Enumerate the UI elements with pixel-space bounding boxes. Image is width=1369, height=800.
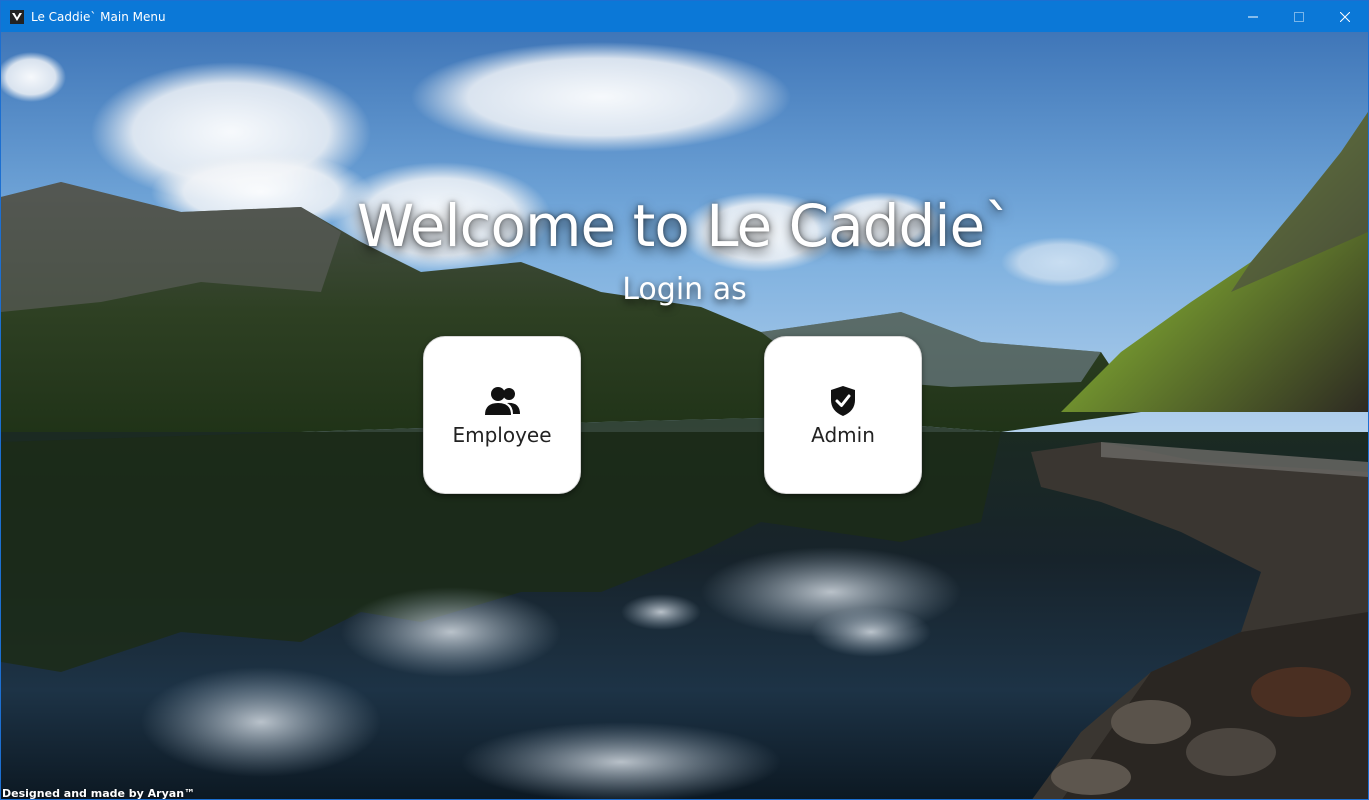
close-button[interactable] <box>1322 1 1368 32</box>
admin-login-button[interactable]: Admin <box>764 336 922 494</box>
employee-login-button[interactable]: Employee <box>423 336 581 494</box>
window-controls <box>1230 1 1368 32</box>
maximize-icon <box>1294 11 1304 22</box>
admin-label: Admin <box>811 423 875 447</box>
login-as-subheading: Login as <box>622 272 747 307</box>
app-window: Le Caddie` Main Menu Welcome to Le Caddi… <box>0 0 1369 800</box>
window-title: Le Caddie` Main Menu <box>31 9 166 24</box>
app-logo-icon <box>9 9 25 25</box>
main-menu-content: Welcome to Le Caddie` Login as Employee <box>1 32 1368 800</box>
maximize-button[interactable] <box>1276 1 1322 32</box>
title-bar[interactable]: Le Caddie` Main Menu <box>1 1 1368 32</box>
minimize-icon <box>1248 16 1258 17</box>
background-landscape-image <box>1 32 1368 799</box>
employee-label: Employee <box>452 423 552 447</box>
footer-credit: Designed and made by Aryan™ <box>2 787 196 800</box>
minimize-button[interactable] <box>1230 1 1276 32</box>
users-icon <box>482 383 522 419</box>
shield-check-icon <box>823 383 863 419</box>
close-icon <box>1340 11 1350 22</box>
welcome-heading: Welcome to Le Caddie` <box>356 192 1013 260</box>
